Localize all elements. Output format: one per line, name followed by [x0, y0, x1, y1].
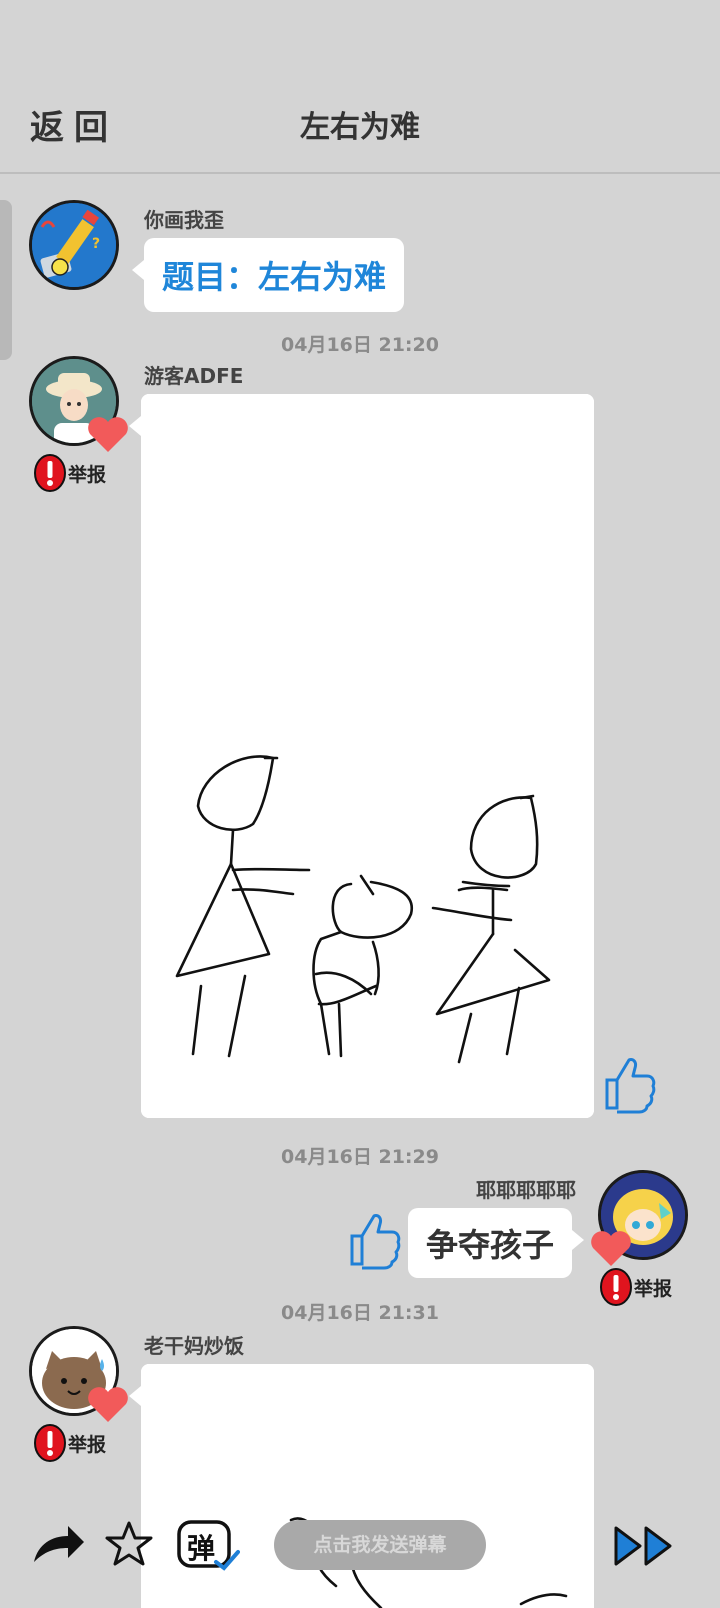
drawing-image[interactable]	[129, 394, 594, 1118]
timestamp: 04月16日 21:31	[281, 1302, 439, 1324]
stick-figure-drawing	[175, 755, 551, 1064]
heart-icon[interactable]	[589, 1228, 633, 1268]
danmu-toggle-icon[interactable]: 弹	[176, 1518, 240, 1572]
report-label: 举报	[68, 463, 107, 486]
username: 老干妈炒饭	[144, 1334, 244, 1358]
header-divider	[0, 172, 720, 174]
pencil-logo-icon: ?	[32, 203, 116, 287]
share-icon[interactable]	[30, 1522, 86, 1566]
report-button[interactable]: 举报	[34, 454, 106, 492]
danmu-input[interactable]: 点击我发送弹幕	[274, 1520, 486, 1570]
heart-icon[interactable]	[86, 1384, 130, 1424]
danmu-icon-text: 弹	[187, 1532, 216, 1565]
warning-icon	[34, 454, 66, 492]
guess-bubble: 争夺孩子	[408, 1208, 585, 1278]
heart-icon[interactable]	[86, 414, 130, 454]
report-label: 举报	[634, 1277, 673, 1300]
fast-forward-icon[interactable]	[612, 1524, 676, 1568]
like-thumb-icon[interactable]	[346, 1210, 402, 1270]
username: 你画我歪	[144, 208, 224, 232]
topic-bubble: 题目：左右为难	[131, 238, 405, 312]
warning-icon	[34, 1424, 66, 1462]
topic-text: 题目：左右为难	[162, 258, 387, 296]
username: 耶耶耶耶耶	[476, 1178, 576, 1202]
guess-text: 争夺孩子	[426, 1226, 555, 1264]
avatar-system[interactable]: ?	[29, 200, 119, 290]
username: 游客ADFE	[144, 364, 244, 388]
favorite-star-icon[interactable]	[104, 1520, 154, 1568]
report-label: 举报	[68, 1433, 107, 1456]
timestamp: 04月16日 21:29	[281, 1146, 439, 1168]
svg-text:?: ?	[92, 236, 100, 252]
like-thumb-icon[interactable]	[601, 1054, 657, 1114]
report-button[interactable]: 举报	[34, 1424, 106, 1462]
timestamp: 04月16日 21:20	[281, 334, 439, 356]
page-title: 左右为难	[300, 110, 420, 145]
